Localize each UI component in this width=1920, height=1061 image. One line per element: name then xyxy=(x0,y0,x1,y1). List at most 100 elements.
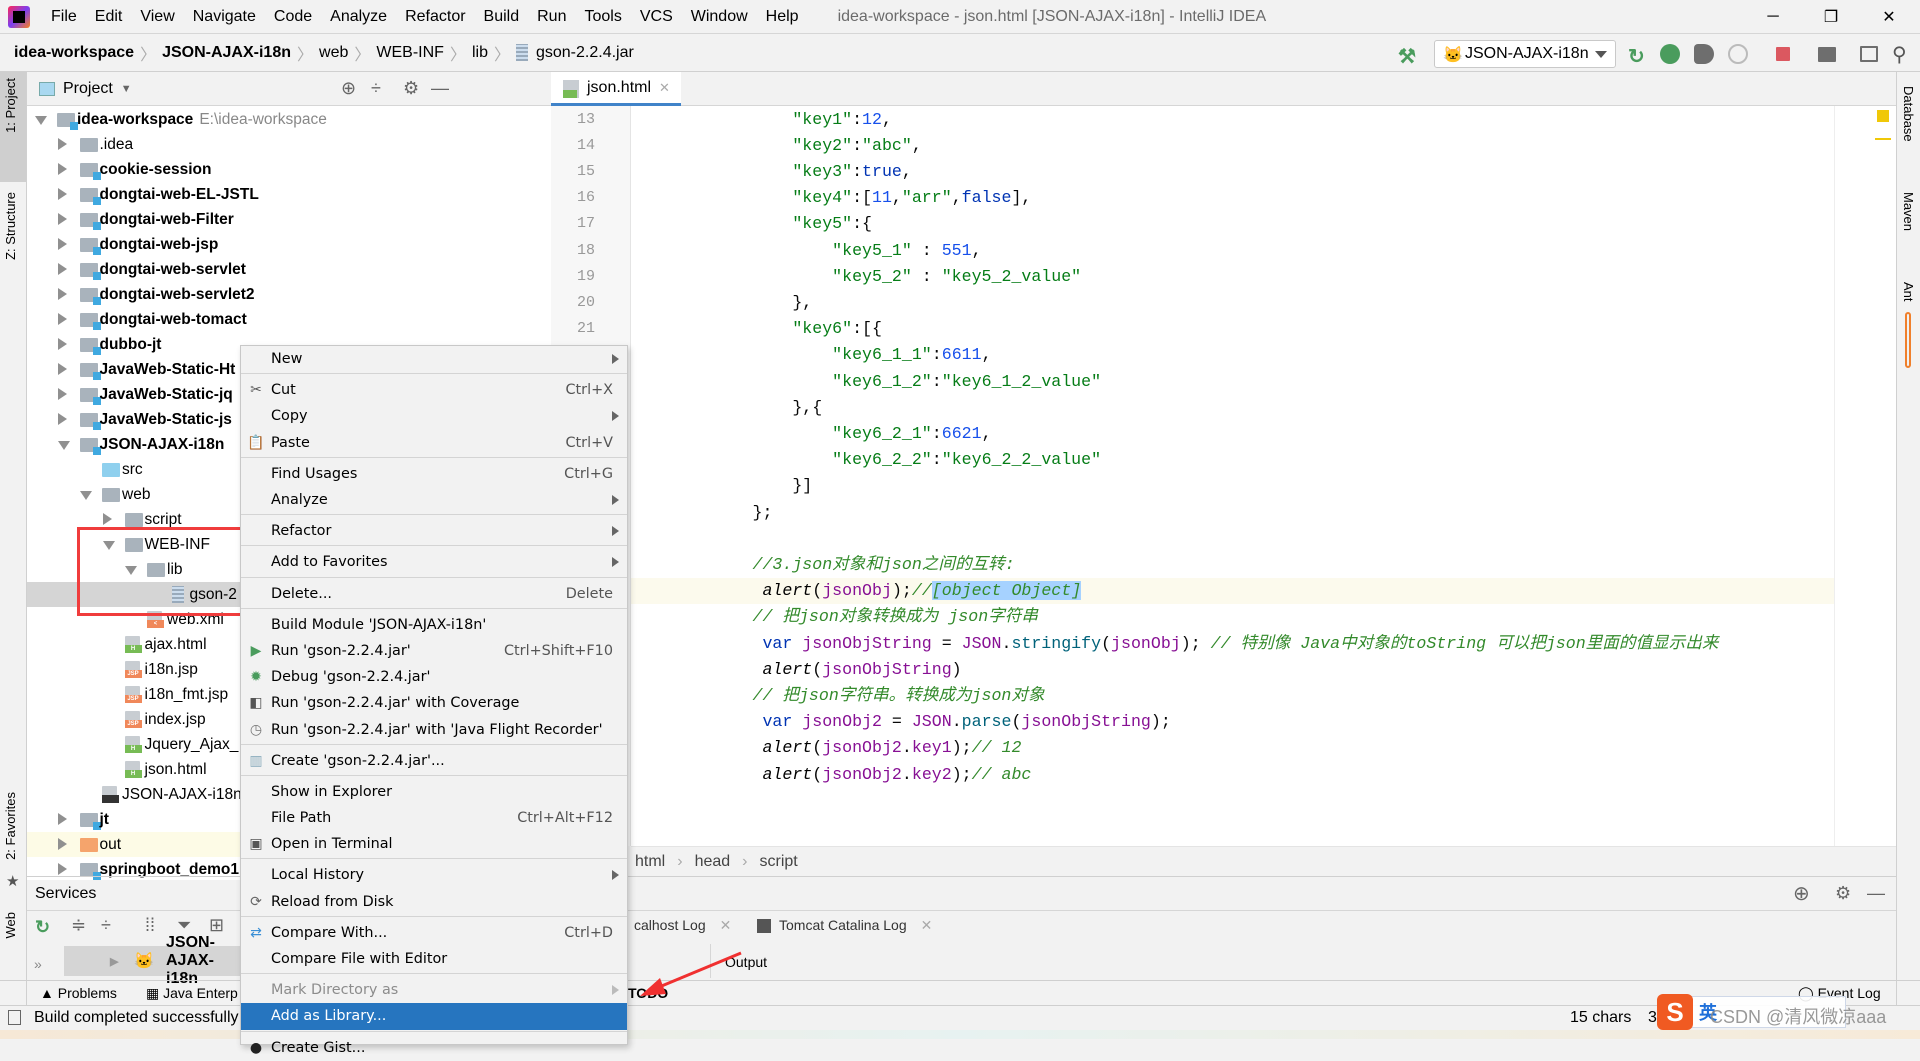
tool-window-ant[interactable]: Ant xyxy=(1901,282,1916,302)
hide-icon[interactable]: — xyxy=(1867,883,1885,904)
chevron-right-icon[interactable] xyxy=(57,213,67,225)
service-item[interactable]: ▶ 🐱 JSON-AJAX-i18n xyxy=(64,934,244,987)
chevron-right-icon[interactable] xyxy=(57,288,67,300)
minimize-button[interactable]: ─ xyxy=(1744,0,1802,34)
menu-item-run-gson-2-2-4-jar-with-java-flight-recorder[interactable]: ◷ Run 'gson-2.2.4.jar' with 'Java Flight … xyxy=(241,716,627,742)
group-icon[interactable]: ⁞⁞ xyxy=(145,915,155,936)
chevron-right-icon[interactable] xyxy=(57,263,67,275)
menu-code[interactable]: Code xyxy=(265,8,321,26)
filter-icon[interactable]: ⏷ xyxy=(177,915,191,936)
menu-item-analyze[interactable]: Analyze xyxy=(241,487,627,513)
menu-item-file-path[interactable]: File Path Ctrl+Alt+F12 xyxy=(241,805,627,831)
chevron-right-icon[interactable] xyxy=(57,388,67,400)
search-icon[interactable]: ⚲ xyxy=(1892,42,1912,66)
chevron-right-icon[interactable] xyxy=(57,138,67,150)
menu-analyze[interactable]: Analyze xyxy=(321,8,396,26)
restore-button[interactable]: ❐ xyxy=(1802,0,1860,34)
close-tab-icon[interactable]: ✕ xyxy=(720,917,732,933)
chevron-down-icon[interactable] xyxy=(35,116,47,125)
close-tab-icon[interactable]: ✕ xyxy=(659,80,670,96)
chevron-right-icon[interactable] xyxy=(57,363,67,375)
chevron-right-icon[interactable] xyxy=(57,163,67,175)
refresh-icon[interactable]: ↻ xyxy=(35,917,50,938)
tree-item[interactable]: dongtai-web-EL-JSTL xyxy=(27,182,551,207)
menu-item-compare-with[interactable]: ⇄ Compare With... Ctrl+D xyxy=(241,920,627,946)
collapse-all-icon[interactable]: ÷ xyxy=(371,78,381,99)
editor-scrollbar[interactable] xyxy=(1834,106,1896,846)
menu-edit[interactable]: Edit xyxy=(86,8,132,26)
menu-item-create-gist[interactable]: ● Create Gist... xyxy=(241,1035,627,1061)
menu-item-show-in-explorer[interactable]: Show in Explorer xyxy=(241,779,627,805)
breadcrumb-item[interactable]: head xyxy=(695,853,731,871)
chevron-right-icon[interactable] xyxy=(57,338,67,350)
menu-file[interactable]: File xyxy=(42,8,86,26)
rerun-icon[interactable]: ↻ xyxy=(1628,44,1648,68)
java-enterprise-tab[interactable]: ▦ Java Enterp xyxy=(146,985,238,1002)
tool-window-web[interactable]: Web xyxy=(3,912,18,939)
breadcrumb-item[interactable]: script xyxy=(759,853,797,871)
code-editor[interactable]: "key1":12, "key2":"abc", "key3":true, "k… xyxy=(631,106,1834,846)
localhost-log-tab[interactable]: calhost Log ✕ xyxy=(634,917,731,934)
chevron-right-icon[interactable] xyxy=(57,188,67,200)
tree-item[interactable]: .idea xyxy=(27,132,551,157)
tab-json-html[interactable]: json.html ✕ xyxy=(551,72,681,106)
tree-item[interactable]: dongtai-web-servlet xyxy=(27,257,551,282)
chevron-right-icon[interactable] xyxy=(102,513,112,525)
tree-item[interactable]: dongtai-web-Filter xyxy=(27,207,551,232)
terminal-window-icon[interactable] xyxy=(1860,46,1878,62)
chevron-right-icon[interactable] xyxy=(57,313,67,325)
tool-window-project[interactable]: 1: Project xyxy=(3,78,18,133)
menu-help[interactable]: Help xyxy=(757,8,808,26)
tree-item[interactable]: idea-workspace E:\idea-workspace xyxy=(27,107,551,132)
menu-vcs[interactable]: VCS xyxy=(631,8,682,26)
close-tab-icon[interactable]: ✕ xyxy=(921,917,933,933)
menu-item-local-history[interactable]: Local History xyxy=(241,862,627,888)
tree-item[interactable]: dongtai-web-jsp xyxy=(27,232,551,257)
menu-item-find-usages[interactable]: Find Usages Ctrl+G xyxy=(241,461,627,487)
more-icon[interactable]: » xyxy=(34,956,42,972)
menu-window[interactable]: Window xyxy=(682,8,757,26)
menu-item-debug-gson-2-2-4-jar[interactable]: ✹ Debug 'gson-2.2.4.jar' xyxy=(241,664,627,690)
tool-window-favorites[interactable]: 2: Favorites xyxy=(3,792,18,860)
expand-all-icon[interactable]: ≑ xyxy=(71,915,86,936)
menu-item-build-module-json-ajax-i18n[interactable]: Build Module 'JSON-AJAX-i18n' xyxy=(241,612,627,638)
chevron-right-icon[interactable] xyxy=(57,838,67,850)
close-window-button[interactable]: ✕ xyxy=(1860,0,1918,34)
collapse-all-icon[interactable]: ÷ xyxy=(101,915,111,936)
menu-item-run-gson-2-2-4-jar-with-coverage[interactable]: ◧ Run 'gson-2.2.4.jar' with Coverage xyxy=(241,690,627,716)
menu-item-refactor[interactable]: Refactor xyxy=(241,518,627,544)
menu-item-paste[interactable]: 📋 Paste Ctrl+V xyxy=(241,430,627,456)
menu-navigate[interactable]: Navigate xyxy=(184,8,265,26)
status-message[interactable]: Build completed successfully xyxy=(34,1009,239,1027)
problems-tab[interactable]: ▲ Problems xyxy=(40,985,117,1001)
coverage-icon[interactable] xyxy=(1694,44,1714,64)
project-structure-icon[interactable] xyxy=(1818,47,1836,62)
menu-item-cut[interactable]: ✂ Cut Ctrl+X xyxy=(241,377,627,403)
breadcrumb-item[interactable]: idea-workspace xyxy=(14,44,134,62)
hide-icon[interactable]: — xyxy=(431,78,449,99)
chevron-right-icon[interactable] xyxy=(57,238,67,250)
menu-item-new[interactable]: New xyxy=(241,346,627,372)
profiler-icon[interactable] xyxy=(1728,44,1748,64)
menu-item-compare-file-with-editor[interactable]: Compare File with Editor xyxy=(241,946,627,972)
menu-tools[interactable]: Tools xyxy=(575,8,630,26)
breadcrumb-item[interactable]: html xyxy=(635,853,665,871)
menu-item-create-gson-2-2-4-jar[interactable]: ▥ Create 'gson-2.2.4.jar'... xyxy=(241,748,627,774)
tomcat-catalina-log-tab[interactable]: Tomcat Catalina Log ✕ xyxy=(757,917,932,934)
menu-item-delete[interactable]: Delete... Delete xyxy=(241,581,627,607)
menu-item-add-to-favorites[interactable]: Add to Favorites xyxy=(241,549,627,575)
gear-icon[interactable]: ⚙ xyxy=(403,78,419,99)
chevron-right-icon[interactable] xyxy=(57,863,67,875)
breadcrumb-item[interactable]: JSON-AJAX-i18n xyxy=(162,44,291,62)
chevron-right-icon[interactable] xyxy=(57,813,67,825)
project-view-select[interactable]: Project xyxy=(63,80,113,98)
tool-window-structure[interactable]: Z: Structure xyxy=(3,192,18,260)
add-service-icon[interactable]: ⊞ xyxy=(209,915,224,936)
stop-icon[interactable] xyxy=(1776,47,1790,61)
breadcrumb-item[interactable]: WEB-INF xyxy=(376,44,444,62)
breadcrumb-item[interactable]: lib xyxy=(472,44,488,62)
status-toggle-icon[interactable] xyxy=(8,1010,21,1025)
tree-item[interactable]: cookie-session xyxy=(27,157,551,182)
debug-icon[interactable] xyxy=(1660,44,1680,64)
breadcrumb-item[interactable]: web xyxy=(319,44,348,62)
